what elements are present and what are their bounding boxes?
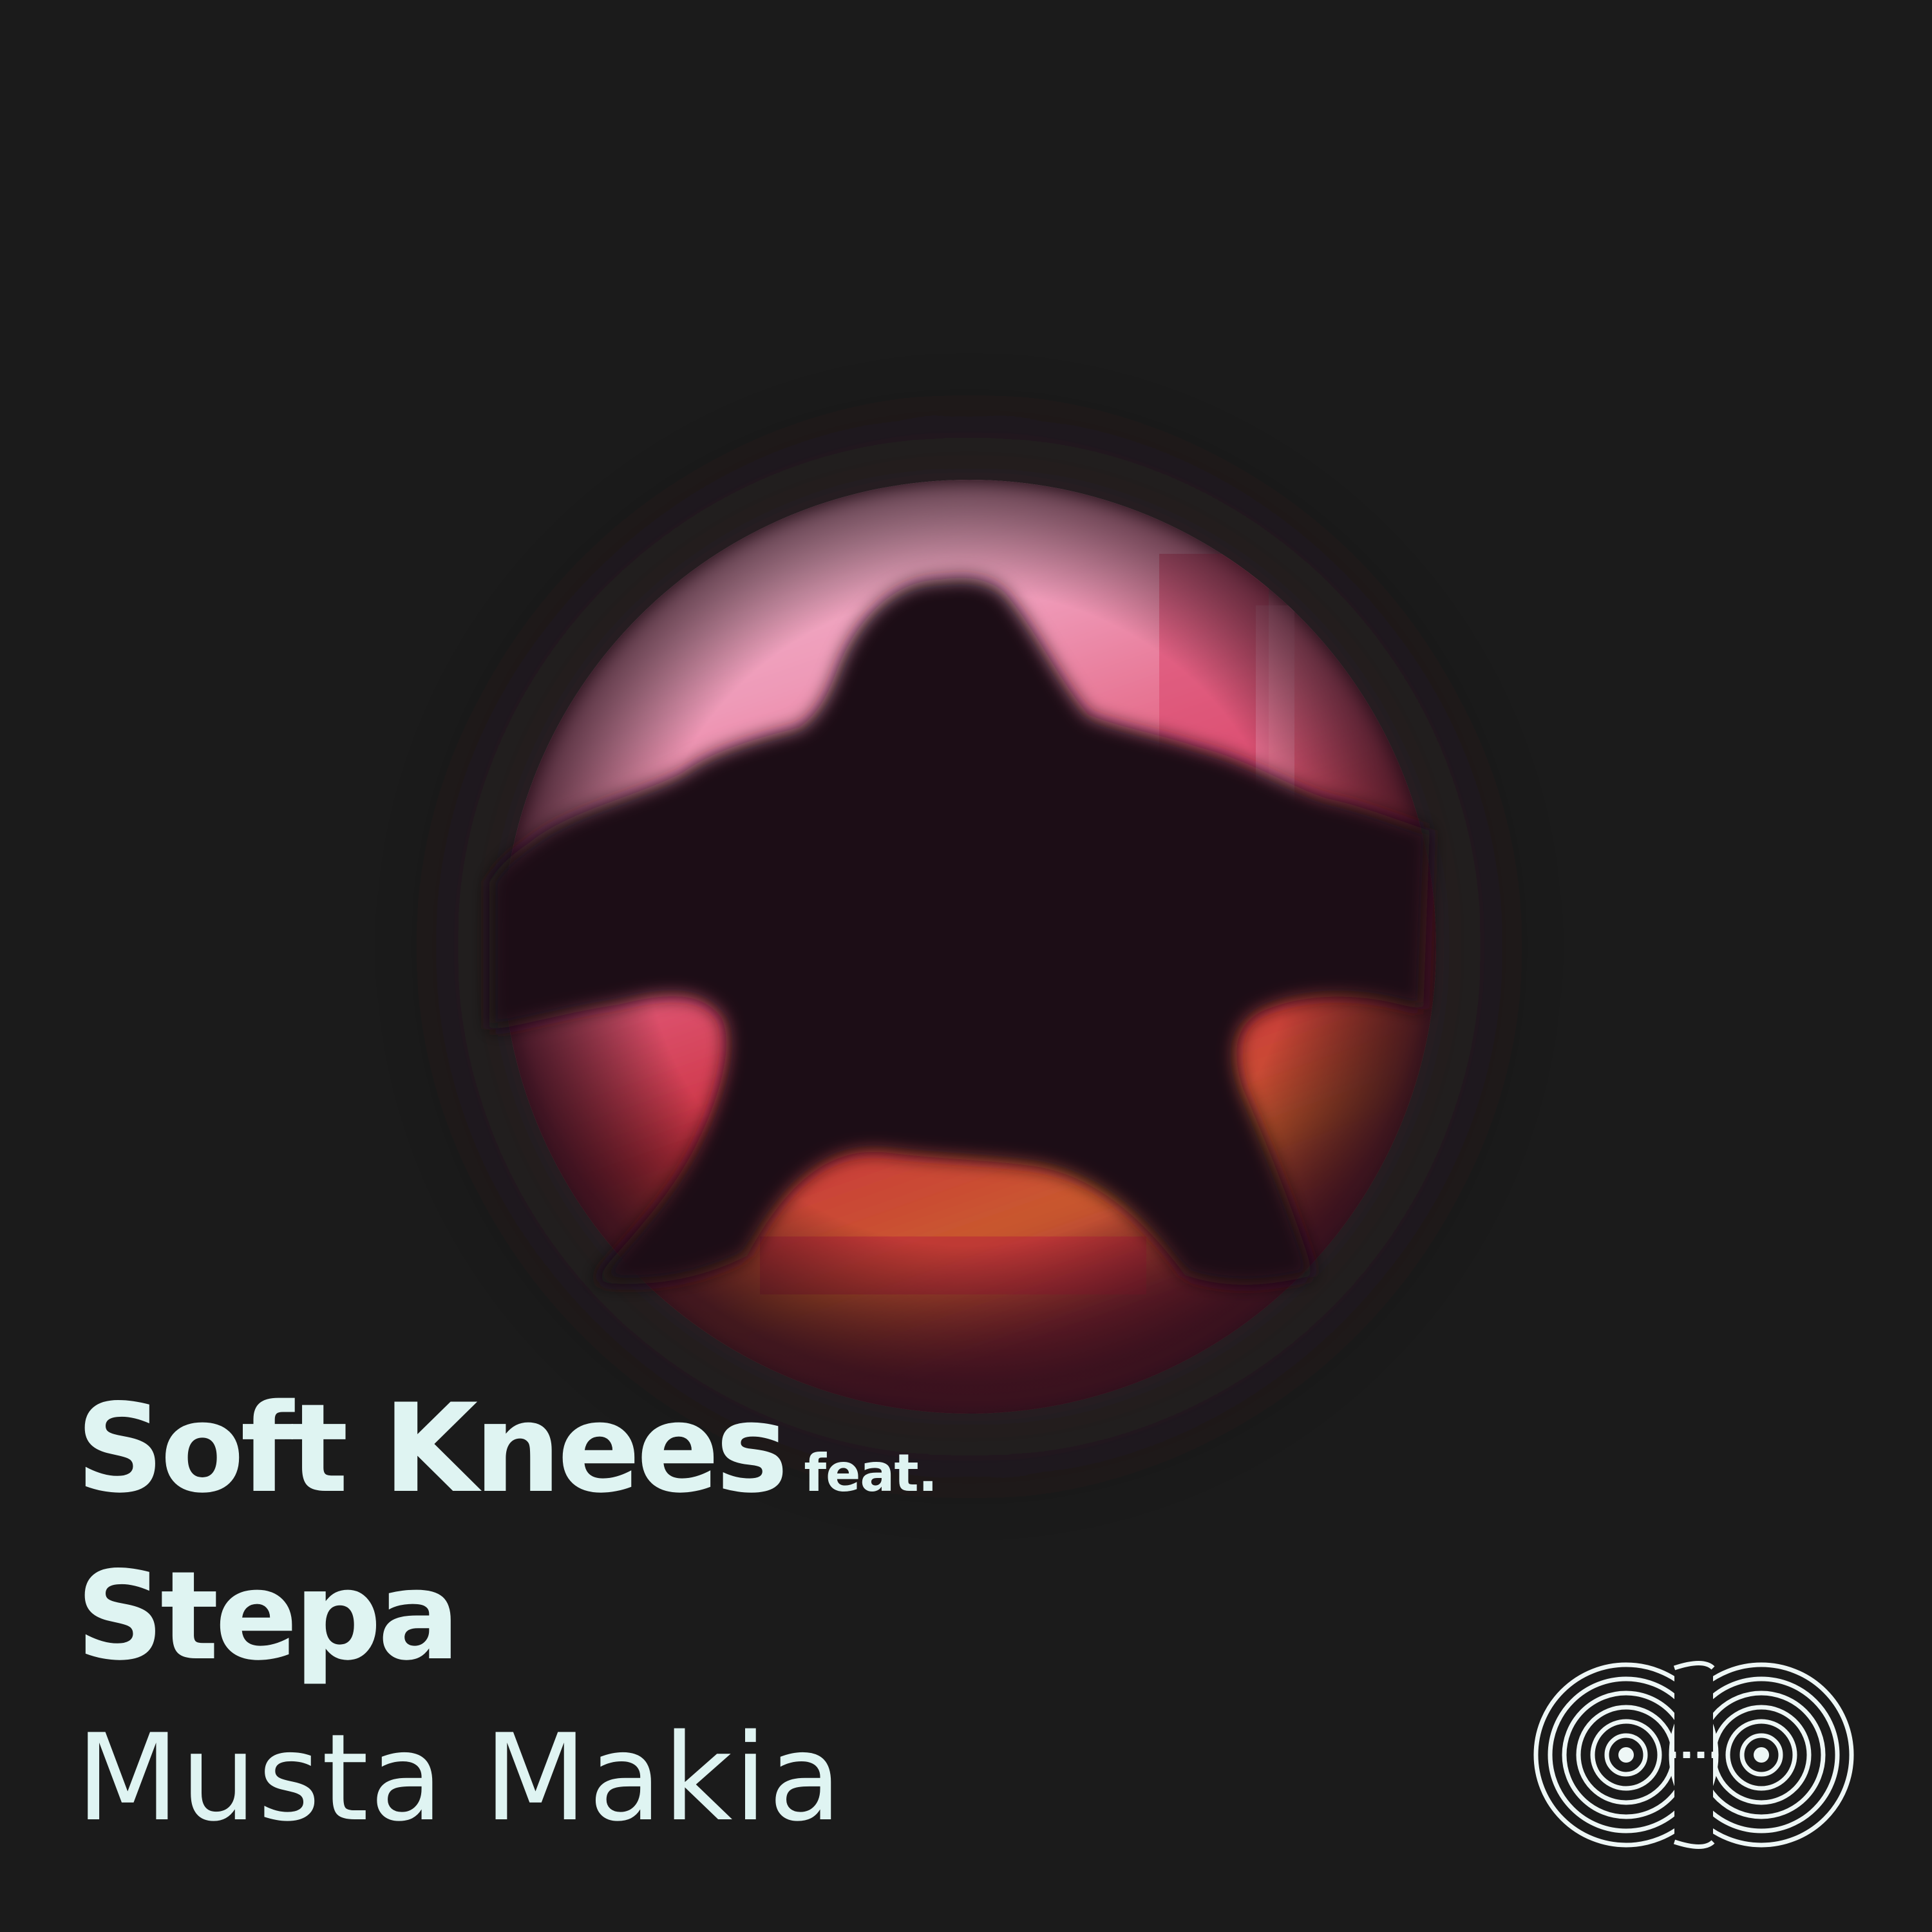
title-block: Soft Knees feat. Stepa Musta Makia: [76, 1365, 938, 1859]
label-logo-icon: [1533, 1655, 1854, 1855]
artist-line: Soft Knees feat.: [76, 1365, 938, 1533]
track-title: Musta Makia: [76, 1708, 844, 1848]
artist-name: Soft Knees: [76, 1378, 788, 1520]
feat-label: feat.: [804, 1443, 938, 1503]
album-cover: Soft Knees feat. Stepa Musta Makia: [0, 0, 1932, 1932]
featured-artist-name: Stepa: [76, 1545, 460, 1687]
